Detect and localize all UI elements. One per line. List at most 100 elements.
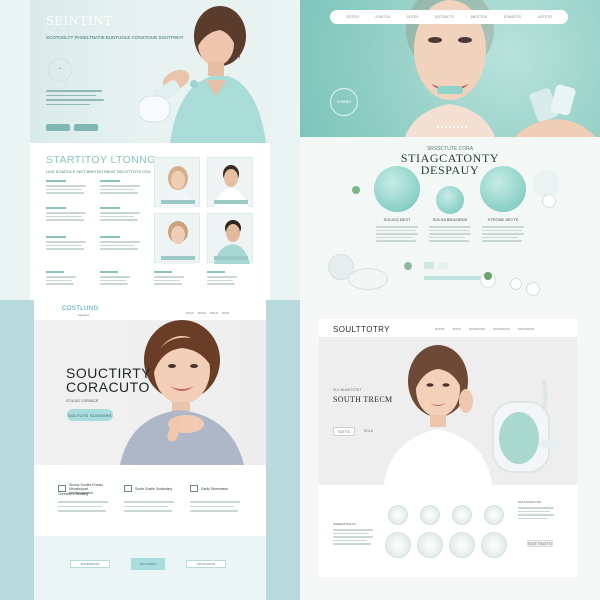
mockup-clinic-bottom-right: SOULTTOTRY SLSTS SOTS SCSFTONS SOTGRGTS … [300,300,600,600]
nav-item[interactable]: SLSTS [435,327,445,331]
nav-item[interactable]: SOSI [222,311,229,315]
leaf-decoration [484,272,492,280]
nav-item[interactable]: SCSFTONS [469,327,485,331]
service-icon[interactable] [385,532,411,558]
chevron-up-icon: ⌃ [57,67,63,74]
service-icon[interactable] [481,532,507,558]
info-button[interactable]: SOTTSOTS [527,540,553,547]
feature-item: Sonte Snaile Ssdteatiny [124,480,190,514]
hero-badge[interactable]: SOSNES [330,88,358,116]
mockup-clinic-top-right: SOTOO SONTOS SOTES SOTSACTS ABOTTOS SOMS… [300,0,600,300]
service-image[interactable] [374,166,420,212]
footer-button[interactable]: SAUTRONS [131,558,165,570]
hero-photo-woman [140,0,270,143]
service-icon[interactable] [417,532,443,558]
dish-decoration [542,194,556,208]
staff-photo[interactable] [207,213,253,264]
nav-item[interactable]: SOTSACTS [435,15,454,19]
tab-button[interactable] [424,262,434,269]
dish-decoration [510,278,522,290]
hero-secondary-button[interactable] [74,124,98,131]
footer-button[interactable]: SOTSLOOTS [186,560,226,568]
site-logo[interactable]: COSTLUNG [62,306,99,312]
medical-device-image [492,380,563,473]
info-heading: SOREGTSOLAS [333,522,356,526]
service-icon[interactable] [420,505,440,525]
nav-item[interactable]: SOTGRGTS [493,327,510,331]
hero-tagline: STULSO CORSACE [66,399,99,403]
feature-title: Sonte Snaile Ssdteatiny [135,486,173,491]
mockup-clinic-bottom-left: COSTLUNG sattuoss STAS SOAS SOLS SOSI SO… [0,300,300,600]
hero-title-line-1: SOUCTIRTY [66,365,152,381]
service-caption: STRONE SEYTE [487,217,519,222]
staff-photo[interactable] [207,157,253,208]
text-column [100,236,140,252]
service-icon[interactable] [484,505,504,525]
top-navigation: STAS SOAS SOLS SOSI [186,311,229,315]
service-caption: SOLIGG BEST [383,217,411,222]
service-text [482,226,526,244]
nav-item[interactable]: SONTOS [375,15,390,19]
hero-cta-button[interactable]: SOLTUTE SLEASIRS [67,409,113,421]
hero-photo-woman [384,345,492,485]
nav-item[interactable]: SOMSOTS [504,15,522,19]
text-column [46,236,86,252]
mockup-clinic-top-left: SEINTINT SCOTOOLTY PHSELTNATIE EUNTUOLE … [0,0,300,300]
staff-photo[interactable] [154,213,200,264]
nav-item[interactable]: SOTETS [538,15,552,19]
service-icon[interactable] [452,505,472,525]
truck-icon [124,485,132,493]
nav-item[interactable]: SOTOO [346,15,359,19]
carousel-dots[interactable] [437,126,467,128]
hero-title: SEINTINT [46,14,113,29]
search-bar[interactable] [424,276,484,280]
site-logo-tagline: sattuoss [78,313,90,317]
hero-subtitle: SCOTOOLTY PHSELTNATIE EUNTUOLE CONSTOUR … [46,35,184,40]
feature-title: Sartly Stsenatsss [201,486,229,491]
info-block: SOREGTSOLAS [333,522,373,547]
tab-button[interactable] [438,262,448,269]
hand-with-tools [515,84,595,137]
hero-kicker: SLS BLWSTOTET [333,388,362,392]
hero-title-line-2: CORACUTO [66,379,150,395]
nav-item[interactable]: SOAS [198,311,206,315]
text-column [100,180,140,196]
feature-extra-label: Chrestorre Bsnsizg [58,492,88,496]
nav-item[interactable]: SOTS [453,327,461,331]
text-column [100,207,140,223]
scroll-up-button[interactable]: ⌃ [48,58,72,82]
footer-column [207,271,247,287]
feature-item: Sartly Stsenatsss [190,480,256,514]
nav-item[interactable]: STAS [186,311,194,315]
service-image[interactable] [436,186,464,214]
hero-link[interactable]: SCLS [364,429,373,433]
leaf-decoration [404,262,412,270]
hero-title: SOUTH TRECM [333,395,393,404]
service-text [429,226,473,244]
nav-item[interactable]: SOSTSOTS [518,327,534,331]
service-icon[interactable] [388,505,408,525]
nav-item[interactable]: SOLS [210,311,218,315]
top-navigation: SOTOO SONTOS SOTES SOTSACTS ABOTTOS SOMS… [330,10,568,24]
hero-button[interactable]: SOTS [333,427,355,436]
service-icon[interactable] [449,532,475,558]
nav-item[interactable]: ABOTTOS [470,15,487,19]
footer-button[interactable]: SOTENOOTS [70,560,110,568]
hero-primary-button[interactable] [46,124,70,131]
site-logo[interactable]: SOULTTOTRY [333,325,390,334]
staff-photo[interactable] [154,157,200,208]
hero-body-text [46,90,106,108]
feature-item: Slomiy Soutes Enetsy Mhosieopart etrinta… [58,480,124,514]
top-navigation: SLSTS SOTS SCSFTONS SOTGRGTS SOSTSOTS [435,327,534,331]
section-subtitle: LIKE SOMTOLE INCT BIER BOTNEAT SECOTTOTS… [46,169,151,174]
service-image[interactable] [480,166,526,212]
dish-decoration [526,282,540,296]
tray-decoration [348,268,388,290]
text-column [46,207,86,223]
info-block: SOLTSOGS TOS [518,500,558,521]
nav-item[interactable]: SOTES [407,15,419,19]
footer-column [154,271,194,287]
collage: SEINTINT SCOTOOLTY PHSELTNATIE EUNTUOLE … [0,0,600,600]
footer-column [46,271,86,287]
service-caption: SOLSA BRASIRNS [432,217,468,222]
